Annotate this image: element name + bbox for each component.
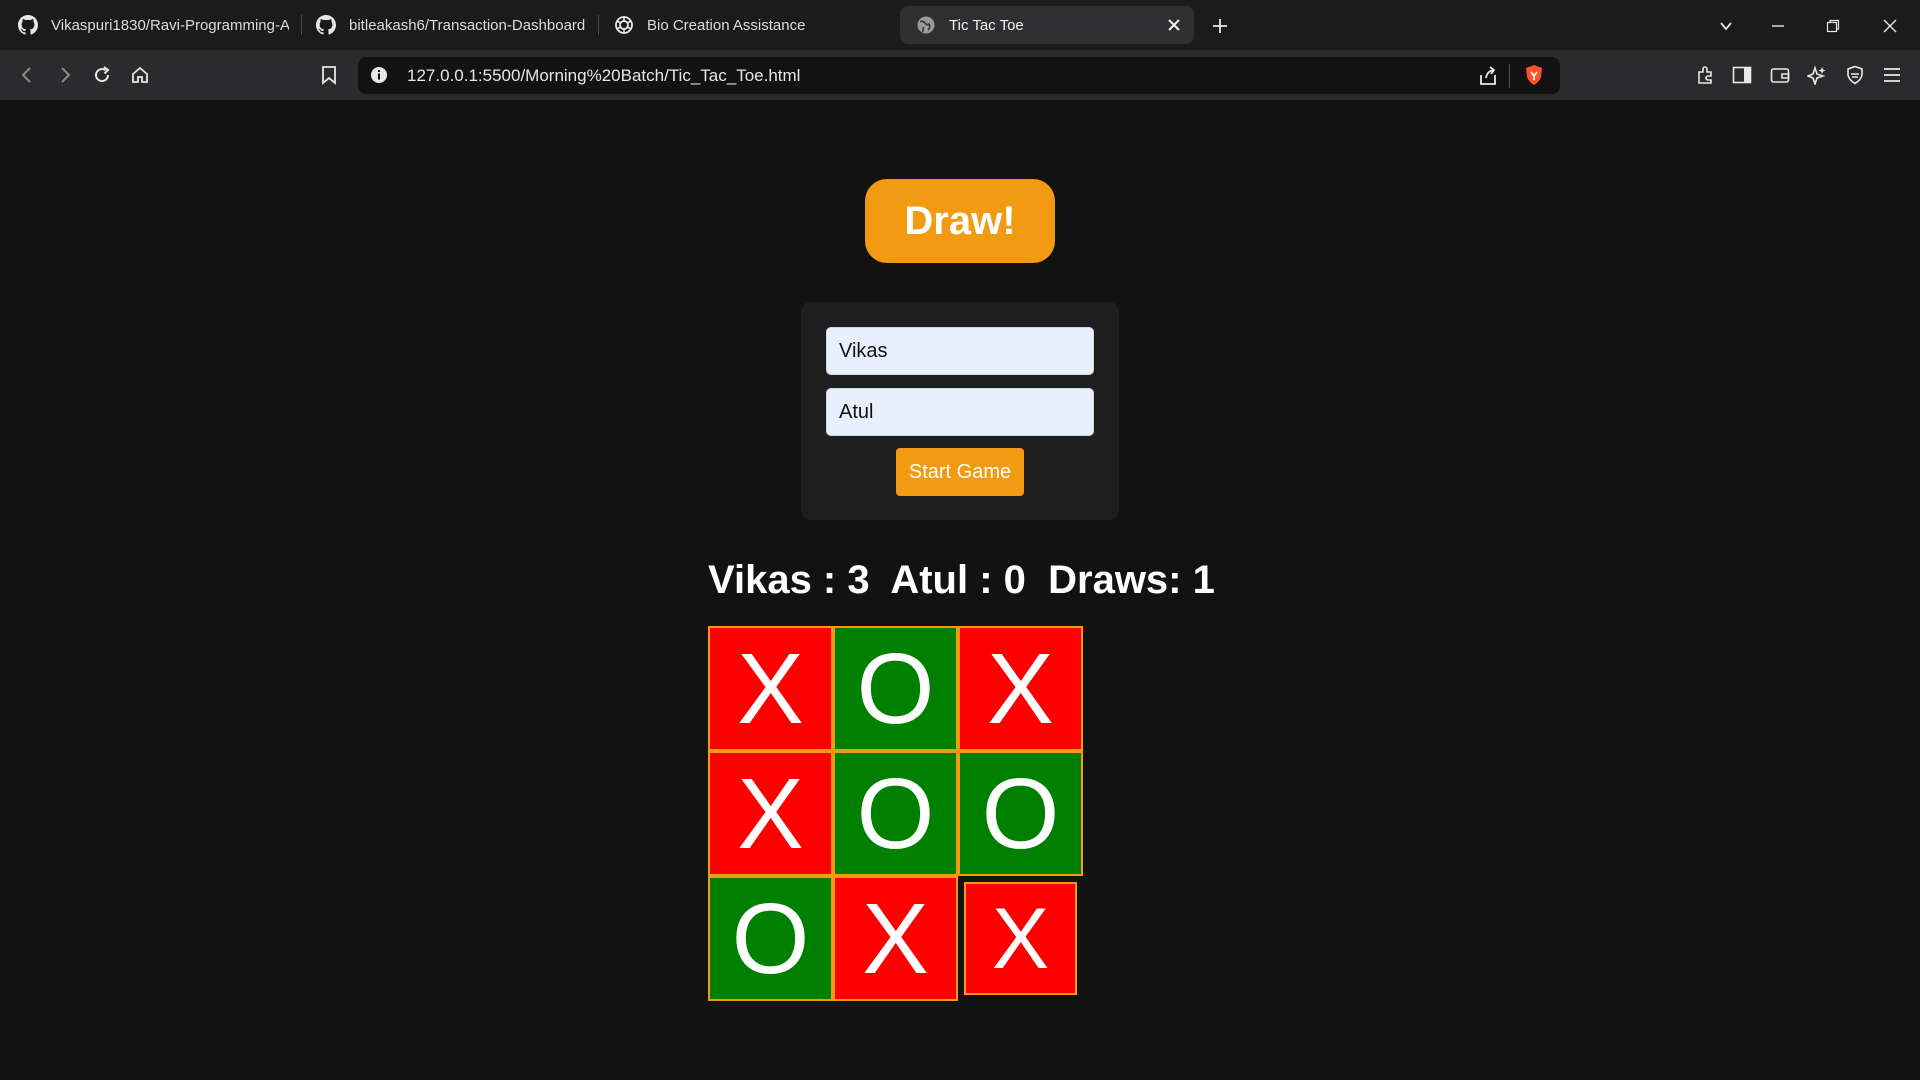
sidebar-toggle-icon[interactable] xyxy=(1729,62,1755,88)
forward-button[interactable] xyxy=(52,62,78,88)
tab-title: Vikaspuri1830/Ravi-Programming-A xyxy=(51,16,289,34)
board-cell[interactable]: X xyxy=(964,882,1077,995)
back-button[interactable] xyxy=(14,62,40,88)
address-bar[interactable]: 127.0.0.1:5500/Morning%20Batch/Tic_Tac_T… xyxy=(358,57,1560,94)
tab-title: Bio Creation Assistance xyxy=(647,16,806,34)
close-window-button[interactable] xyxy=(1878,14,1902,38)
minimize-window-button[interactable] xyxy=(1766,14,1790,38)
page-content: Draw! Start Game Vikas : 3 Atul : 0 Draw… xyxy=(0,100,1920,1080)
url-divider xyxy=(1509,64,1510,88)
wallet-icon[interactable] xyxy=(1767,62,1793,88)
leo-ai-icon[interactable] xyxy=(1804,62,1830,88)
tab-list-chevron-icon[interactable] xyxy=(1714,14,1738,38)
tab-divider xyxy=(598,15,599,35)
close-tab-icon[interactable] xyxy=(1164,15,1184,35)
start-game-button[interactable]: Start Game xyxy=(896,448,1024,496)
vpn-shield-icon[interactable] xyxy=(1842,62,1868,88)
game-status-message: Draw! xyxy=(865,179,1055,263)
board-cell[interactable]: X xyxy=(708,751,833,876)
tab-tic-tac-toe[interactable]: Tic Tac Toe xyxy=(900,6,1194,44)
bookmark-button[interactable] xyxy=(316,62,342,88)
tab-divider xyxy=(301,15,302,35)
browser-toolbar: 127.0.0.1:5500/Morning%20Batch/Tic_Tac_T… xyxy=(0,50,1920,100)
player2-name-input[interactable] xyxy=(826,388,1094,436)
tab-transaction-dashboard[interactable]: bitleakash6/Transaction-Dashboard xyxy=(316,6,588,44)
share-icon[interactable] xyxy=(1477,65,1499,92)
url-text: 127.0.0.1:5500/Morning%20Batch/Tic_Tac_T… xyxy=(407,66,801,85)
scoreboard: Vikas : 3 Atul : 0 Draws: 1 xyxy=(708,557,1215,602)
tab-title: Tic Tac Toe xyxy=(949,16,1024,34)
board-cell[interactable]: O xyxy=(958,751,1083,876)
game-board: X O X X O O O X X xyxy=(708,626,1084,1002)
home-button[interactable] xyxy=(127,62,153,88)
tab-bio-creation[interactable]: Bio Creation Assistance xyxy=(614,6,886,44)
globe-icon xyxy=(916,15,936,35)
new-tab-button[interactable] xyxy=(1208,14,1232,38)
tab-title: bitleakash6/Transaction-Dashboard xyxy=(349,16,585,34)
board-cell[interactable]: O xyxy=(708,876,833,1001)
board-cell[interactable]: O xyxy=(833,751,958,876)
board-cell[interactable]: X xyxy=(958,626,1083,751)
player1-name-input[interactable] xyxy=(826,327,1094,375)
extensions-icon[interactable] xyxy=(1692,62,1718,88)
board-cell[interactable]: O xyxy=(833,626,958,751)
board-cell[interactable]: X xyxy=(833,876,958,1001)
reload-button[interactable] xyxy=(89,62,115,88)
github-icon xyxy=(18,15,38,35)
github-icon xyxy=(316,15,336,35)
tab-strip: Vikaspuri1830/Ravi-Programming-A bitleak… xyxy=(0,0,1920,50)
board-cell[interactable]: X xyxy=(708,626,833,751)
tab-vikaspuri-repo[interactable]: Vikaspuri1830/Ravi-Programming-A xyxy=(18,6,290,44)
brave-shields-icon[interactable] xyxy=(1524,64,1544,91)
openai-icon xyxy=(614,15,634,35)
player-setup-card: Start Game xyxy=(801,302,1119,520)
site-info-icon[interactable] xyxy=(370,66,388,89)
restore-window-button[interactable] xyxy=(1821,14,1845,38)
menu-icon[interactable] xyxy=(1879,62,1905,88)
